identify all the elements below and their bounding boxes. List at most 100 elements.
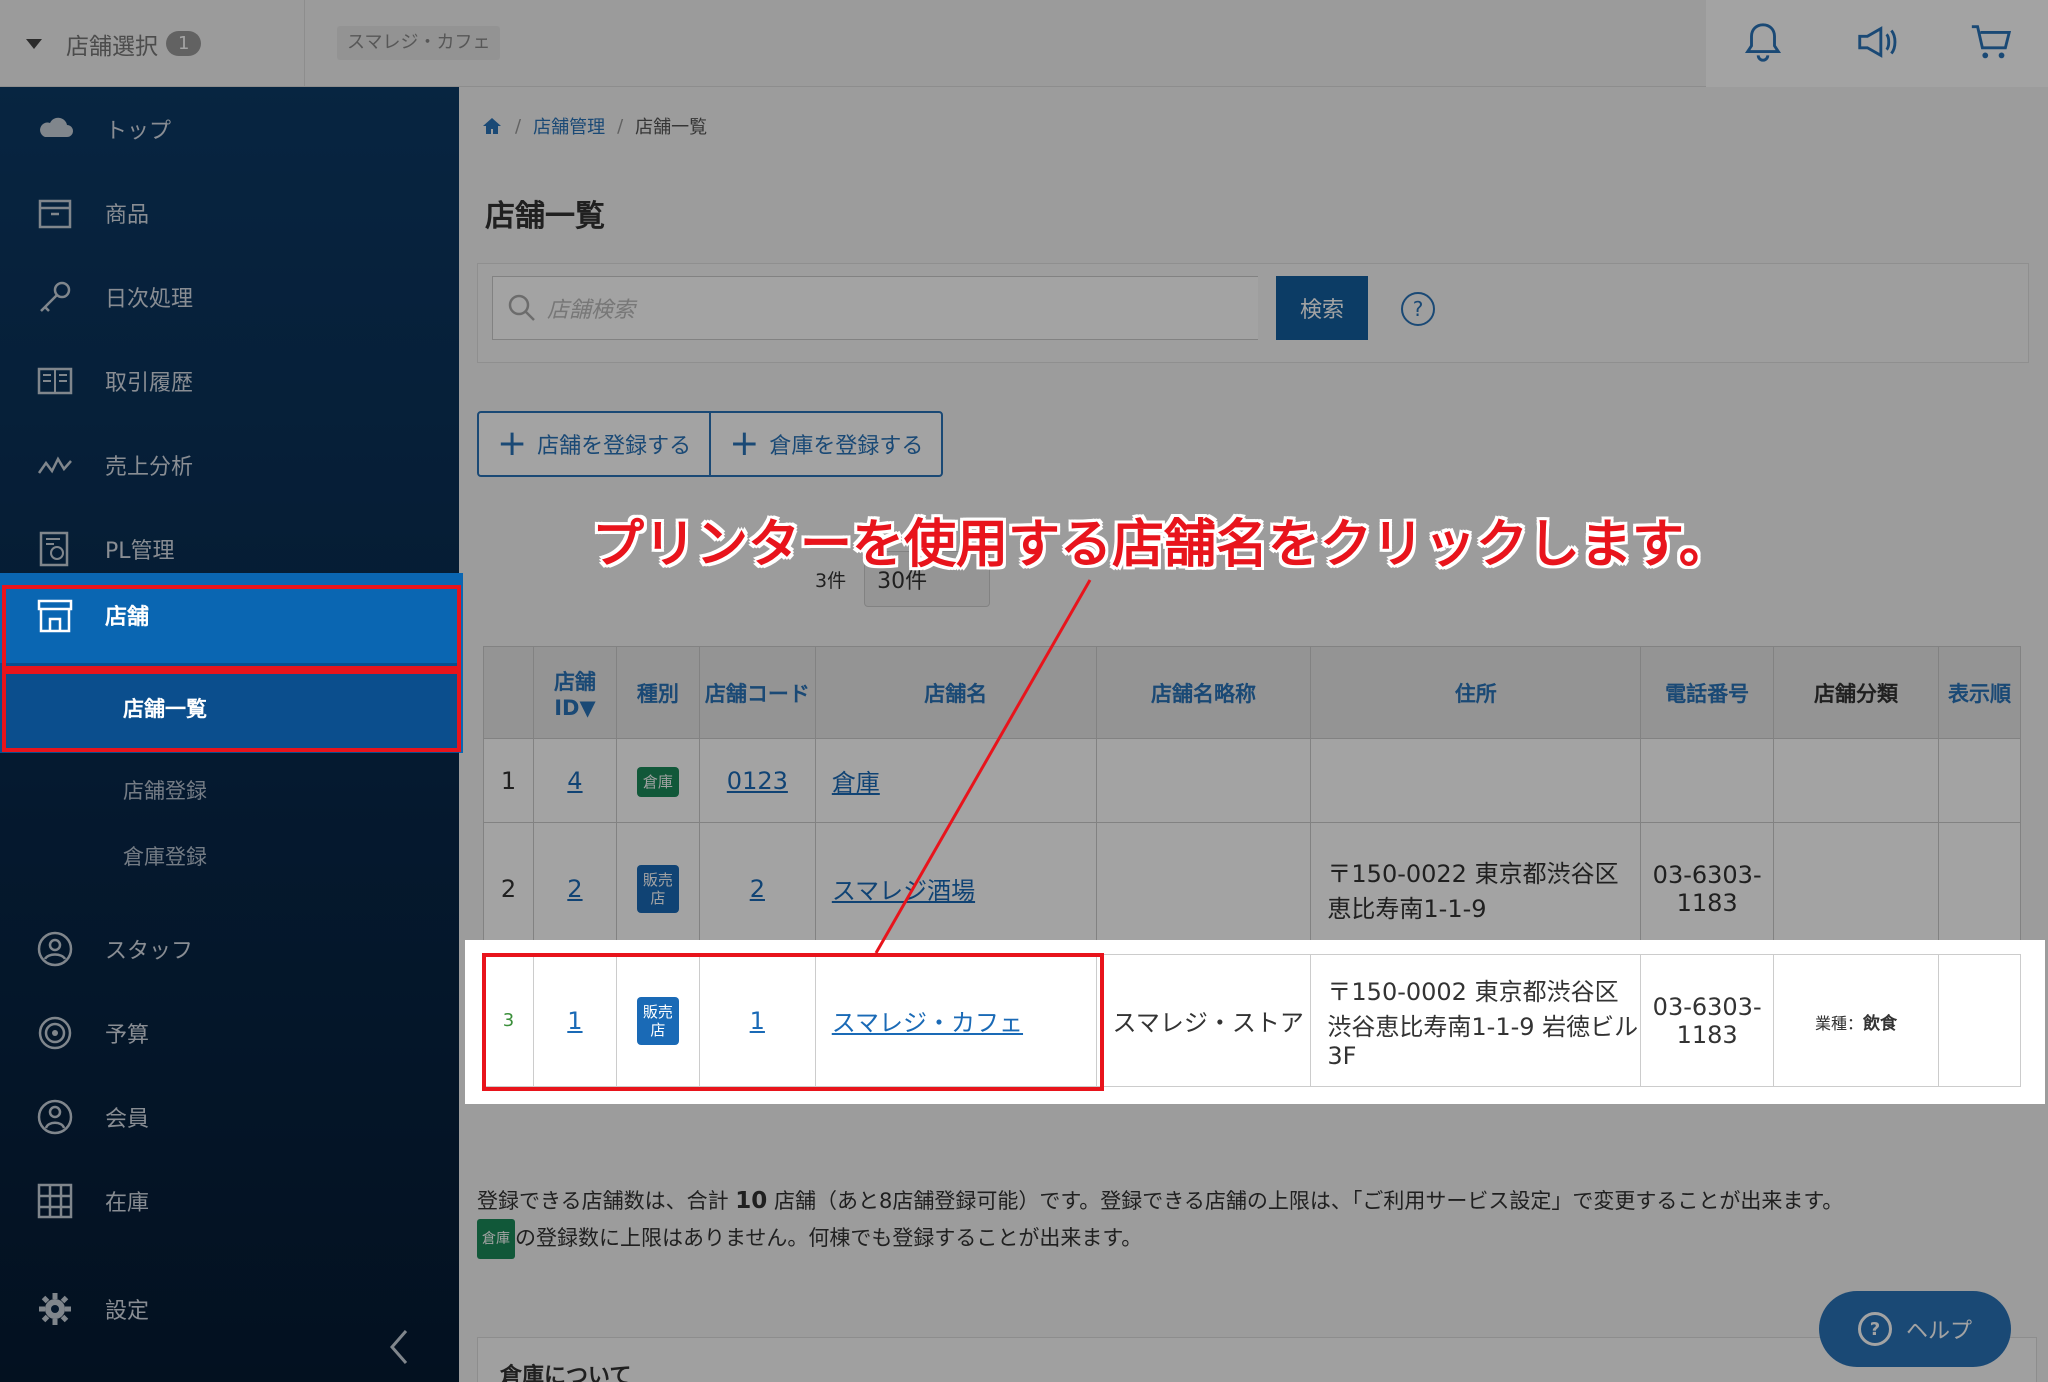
sidebar-item-analysis[interactable]: 売上分析	[0, 423, 459, 507]
search-input[interactable]: 店舗検索	[492, 276, 1258, 340]
store-table: 店舗ID▼ 種別 店舗コード 店舗名 店舗名略称 住所 電話番号 店舗分類 表示…	[483, 646, 2022, 955]
cart-icon[interactable]	[1968, 19, 2014, 69]
breadcrumb-current: 店舗一覧	[635, 117, 708, 138]
sidebar-item-label: 商品	[105, 203, 150, 228]
column-header-phone[interactable]: 電話番号	[1640, 646, 1775, 739]
help-icon[interactable]: ?	[1401, 292, 1435, 326]
short-name-cell	[1095, 738, 1312, 823]
cloud-icon	[35, 109, 75, 149]
sidebar-item-label: スタッフ	[105, 939, 194, 964]
address-cell: 〒150-0022 東京都渋谷区恵比寿南1-1-9	[1310, 822, 1642, 955]
sidebar-item-label: 会員	[105, 1107, 150, 1132]
type-badge: 倉庫	[636, 766, 679, 797]
order-cell	[1937, 954, 2022, 1087]
home-icon[interactable]	[481, 115, 503, 137]
chevron-left-icon[interactable]	[384, 1327, 414, 1367]
store-code-link[interactable]: 2	[750, 875, 765, 903]
sidebar-item-label: 設定	[105, 1299, 150, 1324]
register-warehouse-label: 倉庫を登録する	[769, 434, 924, 459]
order-cell	[1937, 822, 2022, 955]
caret-down-icon	[26, 38, 42, 49]
note-text: の登録数に上限はありません。何棟でも登録することが出来ます。	[515, 1226, 1143, 1250]
sidebar-item-label: 日次処理	[105, 287, 194, 312]
store-select-dropdown[interactable]: 店舗選択 1	[0, 0, 305, 87]
note-text: 店舗（あと8店舗登録可能）です。登録できる店舗の上限は、「ご利用サービス設定」で…	[773, 1189, 1844, 1213]
bell-icon[interactable]	[1740, 19, 1786, 69]
store-limit-note: 登録できる店舗数は、合計 10 店舗（あと8店舗登録可能）です。登録できる店舗の…	[477, 1183, 2037, 1259]
help-label: ヘルプ	[1905, 1319, 1972, 1344]
register-button-group: + 店舗を登録する + 倉庫を登録する	[477, 411, 944, 477]
megaphone-icon[interactable]	[1854, 19, 1900, 69]
sidebar-item-inventory[interactable]: 在庫	[0, 1159, 459, 1243]
sidebar-item-label: 予算	[105, 1023, 150, 1048]
table-row: 2 2 販売店 2 スマレジ酒場 〒150-0022 東京都渋谷区恵比寿南1-1…	[483, 822, 2022, 955]
sidebar-item-label: 売上分析	[105, 455, 194, 480]
column-header-category: 店舗分類	[1773, 646, 1939, 739]
sidebar-item-staff[interactable]: スタッフ	[0, 907, 459, 991]
short-name-cell	[1095, 822, 1312, 955]
phone-cell: 03-6303-1183	[1640, 954, 1775, 1087]
top-header: 店舗選択 1 スマレジ・カフェ	[0, 0, 2048, 87]
phone-cell: 03-6303-1183	[1640, 822, 1775, 955]
page-title: 店舗一覧	[485, 199, 605, 234]
register-warehouse-button[interactable]: + 倉庫を登録する	[709, 413, 941, 475]
sidebar-item-products[interactable]: 商品	[0, 171, 459, 255]
sidebar-item-members[interactable]: 会員	[0, 1075, 459, 1159]
table-header-row: 店舗ID▼ 種別 店舗コード 店舗名 店舗名略称 住所 電話番号 店舗分類 表示…	[483, 646, 2022, 739]
category-cell	[1773, 738, 1939, 823]
search-panel: 店舗検索 検索 ?	[477, 263, 2029, 363]
column-header-store-code[interactable]: 店舗コード	[698, 646, 816, 739]
sidebar-item-top[interactable]: トップ	[0, 87, 459, 171]
store-name-link[interactable]: スマレジ酒場	[832, 877, 975, 905]
target-icon	[35, 1013, 75, 1053]
sidebar-item-label: トップ	[105, 119, 172, 144]
key-icon	[35, 277, 75, 317]
sidebar-item-history[interactable]: 取引履歴	[0, 339, 459, 423]
grid-icon	[35, 1181, 75, 1221]
header-icon-group	[1706, 0, 2048, 87]
book-icon	[35, 361, 75, 401]
category-value: 飲食	[1863, 1013, 1898, 1034]
category-label: 業種：	[1815, 1013, 1864, 1033]
highlight-box-stores	[2, 585, 461, 670]
table-row: 1 4 倉庫 0123 倉庫	[483, 738, 2022, 823]
main-content: / 店舗管理 / 店舗一覧 店舗一覧 店舗検索 検索 ? + 店舗を登録する + 倉…	[459, 87, 2048, 1382]
store-count-badge: 1	[166, 31, 202, 56]
search-placeholder: 店舗検索	[547, 298, 636, 323]
note-text: 登録できる店舗数は、合計	[477, 1189, 729, 1213]
sidebar-item-daily[interactable]: 日次処理	[0, 255, 459, 339]
report-icon	[35, 529, 75, 569]
breadcrumb-link[interactable]: 店舗管理	[533, 113, 605, 139]
store-name-link[interactable]: 倉庫	[832, 769, 880, 797]
sidebar-item-label: PL管理	[105, 539, 175, 564]
search-button[interactable]: 検索	[1276, 276, 1368, 340]
row-number: 1	[483, 738, 534, 823]
warehouse-tag: 倉庫	[477, 1219, 515, 1259]
highlight-box-store-name	[482, 953, 1104, 1091]
sidebar-item-label: 在庫	[105, 1191, 150, 1216]
column-header-short-name[interactable]: 店舗名略称	[1095, 646, 1312, 739]
member-icon	[35, 1097, 75, 1137]
callout-instruction: プリンターを使用する店舗名をクリックします。	[592, 515, 1731, 575]
column-header-address[interactable]: 住所	[1310, 646, 1642, 739]
column-header	[483, 646, 534, 739]
column-header-store-id[interactable]: 店舗ID▼	[532, 646, 617, 739]
sidebar-item-budget[interactable]: 予算	[0, 991, 459, 1075]
gear-icon	[35, 1289, 75, 1329]
search-icon	[508, 294, 535, 321]
help-button[interactable]: ? ヘルプ	[1819, 1291, 2011, 1367]
panel-title: 倉庫について	[500, 1364, 632, 1382]
column-header-type[interactable]: 種別	[615, 646, 700, 739]
column-header-order[interactable]: 表示順	[1937, 646, 2022, 739]
sidebar-subitem-store-register[interactable]: 店舗登録	[0, 757, 459, 823]
plus-icon: +	[497, 423, 528, 464]
sidebar-subitem-warehouse-register[interactable]: 倉庫登録	[0, 823, 459, 889]
register-store-button[interactable]: + 店舗を登録する	[479, 413, 709, 475]
address-cell	[1310, 738, 1642, 823]
highlight-box-store-list	[2, 670, 461, 752]
chart-line-icon	[35, 445, 75, 485]
store-id-link[interactable]: 4	[567, 767, 582, 795]
store-id-link[interactable]: 2	[567, 875, 582, 903]
column-header-store-name[interactable]: 店舗名	[814, 646, 1097, 739]
store-code-link[interactable]: 0123	[727, 767, 788, 795]
